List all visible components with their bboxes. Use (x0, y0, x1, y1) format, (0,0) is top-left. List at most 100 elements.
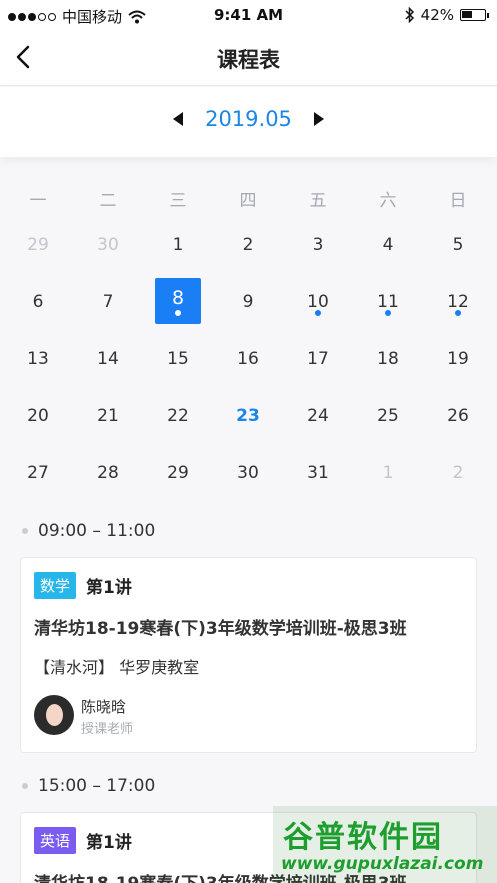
timeline-dot (22, 528, 28, 534)
calendar-day-today[interactable]: 23 (213, 387, 283, 444)
calendar-day-selected[interactable]: 8 (143, 273, 213, 330)
calendar-day[interactable]: 22 (143, 387, 213, 444)
day-number: 30 (237, 462, 259, 483)
calendar-day[interactable]: 24 (283, 387, 353, 444)
day-number: 20 (27, 405, 49, 426)
day-number: 3 (312, 234, 324, 255)
calendar-day[interactable]: 14 (73, 330, 143, 387)
calendar-day[interactable]: 28 (73, 444, 143, 501)
calendar-day[interactable]: 25 (353, 387, 423, 444)
calendar-day[interactable]: 10 (283, 273, 353, 330)
teacher-name: 陈晓晗 (81, 698, 127, 716)
calendar-day[interactable]: 4 (353, 216, 423, 273)
status-right: 42% (405, 6, 489, 24)
day-number: 25 (377, 405, 399, 426)
day-number: 10 (307, 291, 329, 312)
calendar-week: 6 7 8 9 10 11 12 (3, 273, 493, 330)
day-number: 30 (97, 234, 119, 255)
day-number: 21 (97, 405, 119, 426)
class-indicator-dot (175, 310, 181, 316)
day-number: 17 (307, 348, 329, 369)
course-card[interactable]: 数学 第1讲 清华坊18-19寒春(下)3年级数学培训班-极思3班 【清水河】 … (20, 557, 477, 753)
calendar-day[interactable]: 9 (213, 273, 283, 330)
day-number: 6 (32, 291, 44, 312)
course-name: 清华坊18-19寒春(下)3年级数学培训班-极思3班 (34, 619, 407, 639)
calendar-day[interactable]: 6 (3, 273, 73, 330)
month-selector: 2019.05 (0, 87, 497, 157)
calendar-day[interactable]: 16 (213, 330, 283, 387)
day-number: 22 (167, 405, 189, 426)
calendar-day[interactable]: 15 (143, 330, 213, 387)
class-indicator-dot (385, 310, 391, 316)
day-number: 15 (167, 348, 189, 369)
calendar-day[interactable]: 18 (353, 330, 423, 387)
prev-month-arrow-icon[interactable] (173, 112, 184, 126)
day-number: 24 (307, 405, 329, 426)
time-range: 09:00 – 11:00 (38, 521, 156, 541)
calendar-day[interactable]: 29 (3, 216, 73, 273)
weekday-label: 四 (239, 191, 257, 211)
calendar-day[interactable]: 31 (283, 444, 353, 501)
day-number: 28 (97, 462, 119, 483)
calendar-day[interactable]: 12 (423, 273, 493, 330)
day-number: 19 (447, 348, 469, 369)
day-number: 8 (171, 286, 185, 309)
subject-tag: 英语 (34, 827, 77, 854)
month-label: 2019.05 (205, 107, 292, 131)
classroom: 【清水河】 华罗庚教室 (34, 658, 200, 677)
calendar-day[interactable]: 30 (73, 216, 143, 273)
calendar-day[interactable]: 2 (213, 216, 283, 273)
battery-icon (460, 9, 486, 21)
weekday-label: 三 (169, 191, 187, 211)
time-range: 15:00 – 17:00 (38, 776, 156, 796)
calendar-day[interactable]: 17 (283, 330, 353, 387)
day-number: 5 (452, 234, 464, 255)
day-number: 2 (452, 462, 464, 483)
calendar-day[interactable]: 27 (3, 444, 73, 501)
calendar-day[interactable]: 7 (73, 273, 143, 330)
lesson-label: 第1讲 (86, 578, 132, 598)
weekday-label: 一 (29, 191, 47, 211)
weekday-label: 五 (309, 191, 327, 211)
class-indicator-dot (455, 310, 461, 316)
calendar-day[interactable]: 1 (143, 216, 213, 273)
calendar-week: 13 14 15 16 17 18 19 (3, 330, 493, 387)
battery-cap (487, 12, 489, 18)
day-number: 18 (377, 348, 399, 369)
calendar-day[interactable]: 21 (73, 387, 143, 444)
calendar-day[interactable]: 5 (423, 216, 493, 273)
calendar-day[interactable]: 29 (143, 444, 213, 501)
timeline-dot (22, 783, 28, 789)
weekday-label: 六 (379, 191, 397, 211)
page-title: 课程表 (217, 48, 280, 72)
calendar-day[interactable]: 26 (423, 387, 493, 444)
calendar-day[interactable]: 13 (3, 330, 73, 387)
weekday-label: 二 (99, 191, 117, 211)
calendar-day[interactable]: 30 (213, 444, 283, 501)
calendar-day[interactable]: 20 (3, 387, 73, 444)
watermark: 谷普软件园 www.gupuxlazai.com (273, 806, 497, 883)
calendar-day[interactable]: 3 (283, 216, 353, 273)
calendar-day[interactable]: 2 (423, 444, 493, 501)
day-number: 13 (27, 348, 49, 369)
day-number: 7 (102, 291, 114, 312)
calendar-day[interactable]: 19 (423, 330, 493, 387)
day-number: 14 (97, 348, 119, 369)
day-number: 9 (242, 291, 254, 312)
day-number: 27 (27, 462, 49, 483)
calendar-day[interactable]: 1 (353, 444, 423, 501)
day-number: 31 (307, 462, 329, 483)
calendar-day[interactable]: 11 (353, 273, 423, 330)
calendar-week: 20 21 22 23 24 25 26 (3, 387, 493, 444)
class-indicator-dot (315, 310, 321, 316)
day-number: 29 (167, 462, 189, 483)
day-number: 1 (382, 462, 394, 483)
weekday-label: 日 (449, 191, 467, 211)
watermark-title: 谷普软件园 (283, 820, 443, 855)
next-month-arrow-icon[interactable] (313, 112, 324, 126)
teacher-avatar (34, 695, 74, 735)
status-bar: 中国移动 9:41 AM 42% (0, 0, 497, 30)
calendar-week: 27 28 29 30 31 1 2 (3, 444, 493, 501)
time-slot: 09:00 – 11:00 (22, 521, 155, 541)
watermark-url: www.gupuxlazai.com (281, 854, 484, 874)
